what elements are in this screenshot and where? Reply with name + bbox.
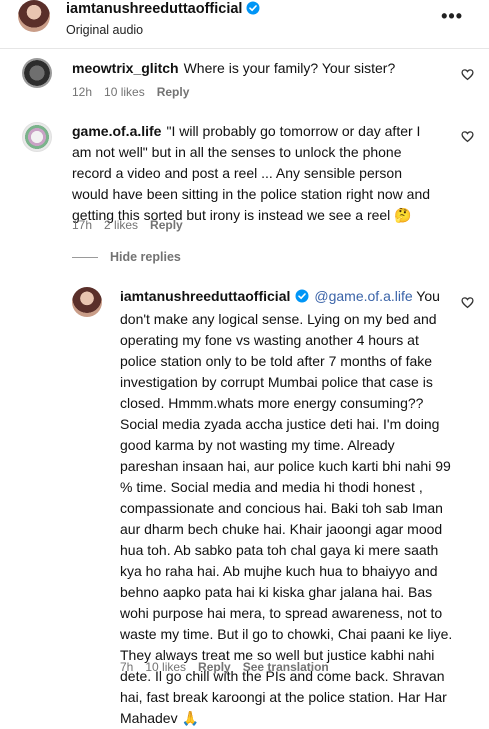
reply-meta: 7h 10 likes Reply See translation <box>120 660 341 674</box>
comment-text: Where is your family? Your sister? <box>183 60 396 76</box>
comment-username[interactable]: game.of.a.life <box>72 123 161 139</box>
more-options-icon[interactable]: ••• <box>441 6 463 27</box>
reply-button[interactable]: Reply <box>157 85 190 99</box>
comment-meta: 12h 10 likes Reply <box>72 85 201 99</box>
like-heart-icon[interactable] <box>461 130 474 143</box>
reply-username[interactable]: iamtanushreeduttaofficial <box>120 288 290 304</box>
reply-button[interactable]: Reply <box>198 660 231 674</box>
author-avatar[interactable] <box>18 0 50 32</box>
post-header: iamtanushreeduttaofficial Original audio… <box>0 0 489 49</box>
comment-username[interactable]: meowtrix_glitch <box>72 60 179 76</box>
comment-body: game.of.a.life "I will probably go tomorr… <box>72 121 442 226</box>
like-heart-icon[interactable] <box>461 296 474 309</box>
see-translation-button[interactable]: See translation <box>243 660 329 674</box>
comment-likes[interactable]: 10 likes <box>104 85 145 99</box>
author-username[interactable]: iamtanushreeduttaofficial <box>66 1 242 17</box>
audio-subtitle[interactable]: Original audio <box>66 23 260 37</box>
author-info: iamtanushreeduttaofficial Original audio <box>66 0 260 37</box>
verified-badge-icon <box>295 288 309 309</box>
comment-likes[interactable]: 2 likes <box>104 218 138 232</box>
commenter-avatar[interactable] <box>22 122 52 152</box>
replies-divider <box>72 257 98 258</box>
comment-time: 17h <box>72 218 93 232</box>
comment-time: 12h <box>72 85 93 99</box>
verified-badge-icon <box>246 1 260 20</box>
comment-meta: 17h 2 likes Reply <box>72 218 195 232</box>
reply-button[interactable]: Reply <box>150 218 183 232</box>
reply-mention[interactable]: @game.of.a.life <box>314 288 412 304</box>
commenter-avatar[interactable] <box>22 58 52 88</box>
hide-replies-button[interactable]: Hide replies <box>110 250 181 264</box>
reply-likes[interactable]: 10 likes <box>145 660 186 674</box>
reply-time: 7h <box>120 660 134 674</box>
reply-author-avatar[interactable] <box>72 287 102 317</box>
like-heart-icon[interactable] <box>461 68 474 81</box>
comment-body: meowtrix_glitch Where is your family? You… <box>72 58 442 79</box>
